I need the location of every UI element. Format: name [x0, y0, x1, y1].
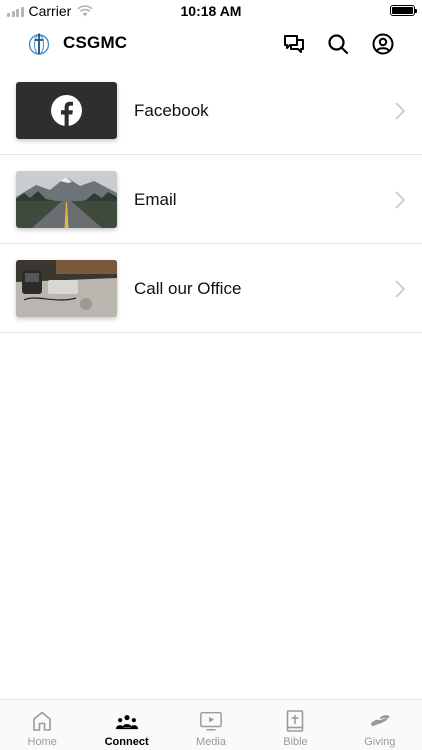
app-title: CSGMC: [63, 33, 128, 52]
tab-label: Home: [27, 736, 57, 748]
home-icon: [33, 711, 52, 731]
tab-label: Connect: [104, 736, 149, 748]
facebook-logo-icon: [51, 95, 82, 126]
status-time: 10:18 AM: [180, 3, 242, 19]
tab-label: Giving: [364, 736, 396, 748]
people-icon: [115, 715, 138, 730]
list-item-email[interactable]: Email: [0, 155, 422, 244]
facebook-thumbnail: [16, 82, 117, 139]
office-desk-image: [16, 260, 117, 317]
chevron-right-icon: [395, 102, 406, 120]
globe-cross-icon: [28, 33, 50, 55]
tab-giving[interactable]: Giving: [338, 700, 422, 750]
bible-icon: [287, 710, 304, 732]
tab-label: Media: [196, 736, 226, 748]
app-header: CSGMC: [0, 22, 422, 66]
tab-label: Bible: [283, 736, 308, 748]
list-item-facebook[interactable]: Facebook: [0, 66, 422, 155]
tab-media[interactable]: Media: [169, 700, 253, 750]
tab-bible[interactable]: Bible: [253, 700, 337, 750]
tab-connect[interactable]: Connect: [84, 700, 168, 750]
account-button[interactable]: [370, 31, 396, 57]
chat-button[interactable]: [281, 31, 307, 57]
tab-bar: Home Connect Media Bible Giving: [0, 699, 422, 750]
tab-home[interactable]: Home: [0, 700, 84, 750]
account-icon: [372, 33, 394, 55]
list-item-label: Email: [134, 190, 177, 209]
email-thumbnail: [16, 171, 117, 228]
mountain-road-image: [16, 171, 117, 228]
list-item-call-office[interactable]: Call our Office: [0, 244, 422, 333]
list-item-label: Call our Office: [134, 279, 242, 298]
giving-icon: [370, 715, 390, 727]
chevron-right-icon: [395, 280, 406, 298]
chat-icon: [284, 35, 304, 53]
battery-icon: [390, 5, 417, 16]
search-icon: [328, 34, 349, 55]
chevron-right-icon: [395, 191, 406, 209]
search-button[interactable]: [325, 31, 351, 57]
list-item-label: Facebook: [134, 101, 209, 120]
office-thumbnail: [16, 260, 117, 317]
status-bar: Carrier 10:18 AM: [0, 0, 422, 22]
media-icon: [200, 711, 222, 731]
connect-list: Facebook Email Call our Office: [0, 66, 422, 333]
